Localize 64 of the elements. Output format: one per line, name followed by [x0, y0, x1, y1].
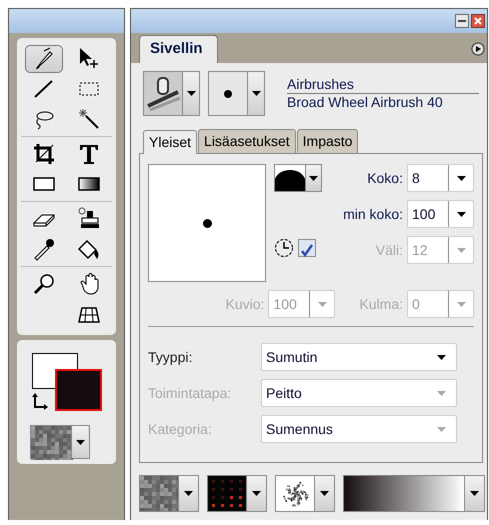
stamp-icon — [77, 207, 102, 231]
caret-icon — [456, 212, 466, 216]
close-icon — [471, 14, 485, 28]
color-swatches-drawing[interactable] — [32, 353, 102, 411]
brush-variant-picker[interactable] — [208, 71, 265, 116]
brush-variant: Broad Wheel Airbrush 40 — [287, 94, 443, 110]
brush-category: Airbrushes — [287, 76, 479, 94]
tab[interactable]: Impasto — [296, 129, 358, 153]
caret-icon — [309, 176, 318, 180]
tool-button[interactable] — [24, 45, 63, 73]
paint-bucket-icon — [77, 237, 102, 261]
profile-picker[interactable] — [274, 164, 322, 192]
number-combo-field[interactable]: 100 — [407, 200, 474, 228]
field-label: Toimintatapa: — [148, 384, 232, 403]
airbrush-icon — [144, 72, 182, 115]
dropdown-field[interactable]: Sumutin — [261, 343, 457, 371]
caret-icon — [456, 248, 466, 252]
caret-icon — [470, 491, 479, 496]
pattern-picker[interactable] — [207, 475, 267, 512]
tab[interactable]: Yleiset — [143, 130, 198, 154]
timer-checkbox[interactable] — [298, 239, 316, 257]
paper-texture-icon — [140, 476, 178, 511]
eyedropper-icon — [32, 237, 56, 261]
caret-icon — [318, 302, 327, 306]
checkmark-icon — [299, 243, 315, 260]
caret-icon — [456, 176, 466, 180]
dot-pattern-icon — [208, 476, 246, 511]
caret-icon — [252, 491, 261, 496]
minimize-icon — [455, 14, 469, 28]
tab[interactable]: Lisäasetukset — [198, 129, 296, 153]
paper-picker[interactable] — [30, 425, 90, 459]
swap-arrows-icon — [32, 392, 50, 410]
caret-icon — [456, 302, 466, 306]
caret-icon — [437, 354, 446, 360]
caret-icon — [320, 491, 329, 496]
timer-icon — [274, 238, 294, 258]
caret-icon — [252, 91, 260, 96]
dab-icon — [202, 218, 212, 228]
panel-tab[interactable]: Sivellin — [139, 34, 218, 63]
zoom-icon — [32, 272, 56, 296]
field-label: Kategoria: — [148, 420, 213, 439]
caret-icon — [437, 390, 446, 396]
options-menu-icon — [471, 42, 485, 56]
magic-wand-icon — [77, 107, 102, 131]
caret-icon — [76, 440, 84, 444]
field-label: Koko: — [367, 168, 403, 188]
texture-picker[interactable] — [275, 475, 335, 512]
field-label: Tyyppi: — [148, 348, 194, 367]
field-label: Väli: — [376, 240, 403, 260]
dot-icon — [224, 90, 232, 98]
caret-icon — [186, 91, 196, 96]
caret-icon — [184, 491, 193, 496]
field-label: min koko: — [343, 204, 403, 224]
gradient-picker[interactable] — [343, 475, 485, 512]
crop-icon — [32, 142, 56, 166]
grain-texture-icon — [276, 476, 314, 511]
brush-category-picker[interactable] — [143, 71, 200, 116]
paper-picker[interactable] — [139, 475, 199, 512]
field-label: Kuvio: — [226, 294, 264, 314]
paper-texture-icon — [31, 426, 73, 460]
number-combo-field[interactable]: 8 — [407, 164, 474, 192]
caret-icon — [437, 426, 446, 432]
gradient-preview-icon — [344, 476, 464, 511]
field-label: Kulma: — [359, 294, 403, 314]
